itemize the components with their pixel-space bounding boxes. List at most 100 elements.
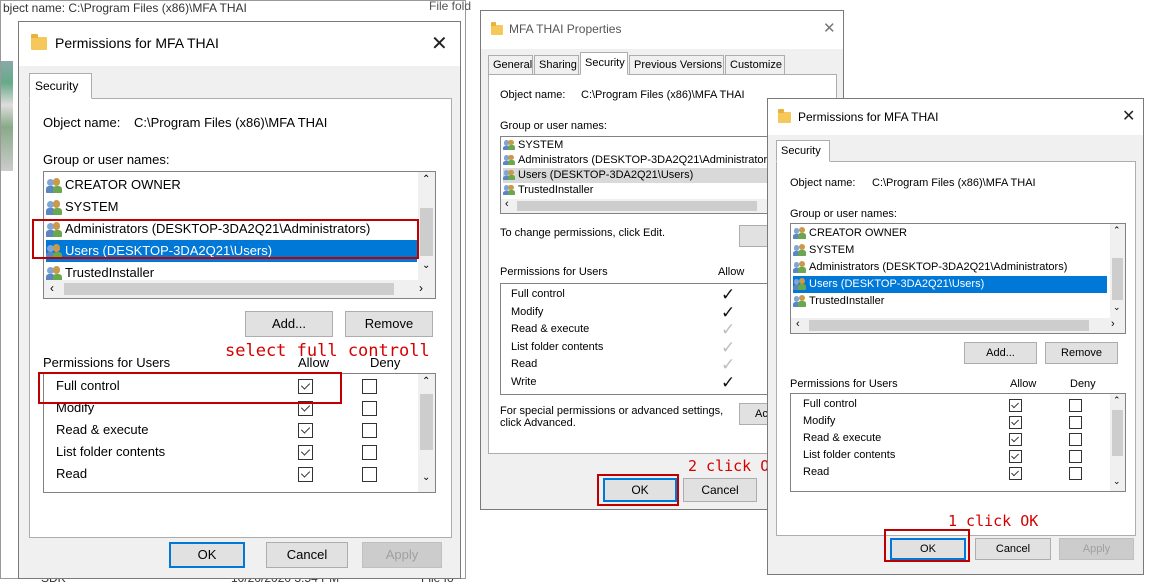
allow-check-icon: ✓	[721, 372, 736, 392]
scroll-thumb[interactable]	[420, 208, 433, 256]
scroll-left-icon[interactable]: ‹	[50, 281, 54, 295]
right-user-list[interactable]: CREATOR OWNER SYSTEM Administrators (DESKT…	[790, 223, 1126, 334]
tab-sharing[interactable]: Sharing	[534, 55, 579, 75]
deny-checkbox[interactable]	[362, 423, 377, 438]
deny-checkbox[interactable]	[362, 467, 377, 482]
tab-label: General	[493, 59, 533, 71]
advanced-button-label: Ac	[755, 408, 768, 420]
allow-checkbox[interactable]	[1009, 450, 1022, 463]
allow-header: Allow	[1010, 378, 1037, 390]
list-item-label: SYSTEM	[65, 199, 119, 214]
add-button[interactable]: Add...	[245, 311, 333, 337]
scroll-down-icon[interactable]: ⌄	[422, 472, 430, 483]
left-security-panel: Object name: C:\Program Files (x86)\MFA …	[29, 98, 452, 538]
right-user-list-vscrollbar[interactable]: ⌃ ⌄	[1110, 224, 1125, 318]
tab-previous-versions[interactable]: Previous Versions	[629, 55, 724, 75]
scroll-right-icon[interactable]: ›	[1111, 318, 1115, 330]
list-item[interactable]: TrustedInstaller	[793, 293, 1107, 310]
remove-button[interactable]: Remove	[345, 311, 433, 337]
deny-checkbox[interactable]	[1069, 416, 1082, 429]
list-item-label: Administrators (DESKTOP-3DA2Q21\Administ…	[809, 261, 1068, 273]
permission-label: Full control	[803, 398, 857, 410]
allow-checkbox[interactable]	[298, 467, 313, 482]
scroll-down-icon[interactable]: ⌄	[1113, 302, 1121, 313]
tab-security[interactable]: Security	[29, 73, 92, 99]
deny-checkbox[interactable]	[1069, 467, 1082, 480]
tab-security-label: Security	[35, 79, 79, 93]
right-dialog-titlebar: Permissions for MFA THAI ✕	[768, 99, 1143, 135]
properties-titlebar: MFA THAI Properties ✕	[481, 11, 843, 49]
scroll-up-icon[interactable]: ⌃	[422, 174, 430, 185]
allow-checkbox[interactable]	[1009, 433, 1022, 446]
apply-button[interactable]: Apply	[362, 542, 442, 568]
users-icon	[793, 227, 806, 240]
tab-customize[interactable]: Customize	[725, 55, 785, 75]
list-item-label: CREATOR OWNER	[65, 177, 181, 192]
allow-checkbox[interactable]	[298, 445, 313, 460]
folder-icon	[491, 22, 503, 35]
background-divider	[473, 0, 477, 579]
list-item[interactable]: CREATOR OWNER	[793, 225, 1107, 242]
allow-checkbox[interactable]	[298, 423, 313, 438]
tab-security-label: Security	[781, 145, 821, 157]
allow-checkbox[interactable]	[1009, 416, 1022, 429]
left-user-list-hscrollbar[interactable]: ‹ ›	[44, 280, 435, 298]
deny-checkbox[interactable]	[362, 445, 377, 460]
cancel-button[interactable]: Cancel	[683, 478, 757, 502]
add-button[interactable]: Add...	[964, 342, 1037, 364]
right-dialog-title: Permissions for MFA THAI	[798, 110, 939, 124]
deny-checkbox[interactable]	[1069, 450, 1082, 463]
users-icon	[793, 278, 806, 291]
annotation-select-full-control: select full controll	[225, 341, 430, 361]
list-item[interactable]: Users (DESKTOP-3DA2Q21\Users)	[793, 276, 1107, 293]
scroll-thumb[interactable]	[1112, 258, 1123, 300]
tab-security[interactable]: Security	[776, 140, 830, 162]
users-icon	[503, 169, 515, 181]
list-item[interactable]: CREATOR OWNER	[46, 174, 417, 196]
scroll-right-icon[interactable]: ›	[419, 281, 423, 295]
users-icon	[46, 200, 62, 216]
hscroll-thumb[interactable]	[64, 283, 394, 295]
apply-button[interactable]: Apply	[1059, 538, 1134, 560]
tab-security[interactable]: Security	[580, 52, 628, 75]
right-security-panel: Object name: C:\Program Files (x86)\MFA …	[776, 161, 1136, 536]
scroll-up-icon[interactable]: ⌃	[1113, 225, 1121, 236]
remove-button-label: Remove	[1061, 347, 1102, 359]
scroll-left-icon[interactable]: ‹	[505, 198, 509, 210]
deny-checkbox[interactable]	[362, 379, 377, 394]
list-item[interactable]: SYSTEM	[46, 196, 417, 218]
scroll-thumb[interactable]	[1112, 410, 1123, 456]
cancel-button[interactable]: Cancel	[975, 538, 1051, 560]
ok-button[interactable]: OK	[169, 542, 245, 568]
scroll-down-icon[interactable]: ⌄	[1113, 476, 1121, 487]
list-item[interactable]: Administrators (DESKTOP-3DA2Q21\Administ…	[793, 259, 1107, 276]
tab-general[interactable]: General	[488, 55, 533, 75]
close-icon[interactable]: ✕	[1122, 106, 1135, 126]
left-perm-vscrollbar[interactable]: ⌃ ⌄	[418, 374, 435, 492]
close-icon[interactable]: ✕	[431, 31, 448, 56]
scroll-up-icon[interactable]: ⌃	[1113, 395, 1121, 406]
left-user-list-vscrollbar[interactable]: ⌃ ⌄	[418, 172, 435, 280]
allow-checkbox[interactable]	[1009, 399, 1022, 412]
scroll-thumb[interactable]	[420, 394, 433, 450]
hscroll-thumb[interactable]	[809, 320, 1089, 331]
deny-checkbox[interactable]	[1069, 399, 1082, 412]
right-perm-vscrollbar[interactable]: ⌃ ⌄	[1110, 394, 1125, 491]
allow-checkbox[interactable]	[1009, 467, 1022, 480]
list-item[interactable]: SYSTEM	[793, 242, 1107, 259]
users-icon	[503, 184, 515, 196]
hscroll-thumb[interactable]	[517, 201, 757, 211]
permission-label: Write	[511, 375, 537, 388]
scroll-down-icon[interactable]: ⌄	[422, 260, 430, 271]
tab-label: Sharing	[539, 59, 577, 71]
deny-checkbox[interactable]	[1069, 433, 1082, 446]
scroll-up-icon[interactable]: ⌃	[422, 376, 430, 387]
scroll-left-icon[interactable]: ‹	[796, 318, 800, 330]
left-permissions-dialog: Permissions for MFA THAI ✕ Security Obje…	[18, 21, 461, 579]
users-icon	[503, 154, 515, 166]
deny-checkbox[interactable]	[362, 401, 377, 416]
right-user-list-hscrollbar[interactable]: ‹ ›	[791, 318, 1125, 333]
remove-button[interactable]: Remove	[1045, 342, 1118, 364]
close-icon[interactable]: ✕	[823, 19, 836, 37]
cancel-button[interactable]: Cancel	[266, 542, 348, 568]
